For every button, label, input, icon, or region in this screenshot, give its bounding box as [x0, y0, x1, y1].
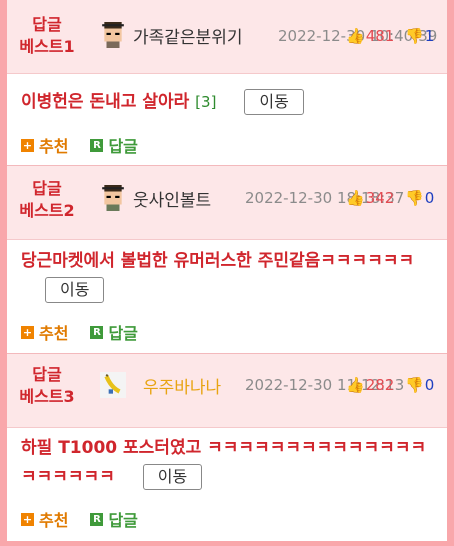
rank-line-1: 답글: [32, 365, 62, 384]
upvote-count: 282: [365, 376, 395, 394]
recommend-button[interactable]: + 추천: [21, 133, 68, 157]
plus-icon: +: [21, 512, 34, 526]
upvote-button[interactable]: 👍 342: [346, 189, 394, 207]
post-header: 답글 베스트3 우주바나나 2022-12-30 11:12:13 👍 282 👎…: [7, 354, 447, 428]
reply-text: 당근마켓에서 볼법한 유머러스한 주민같음ㅋㅋㅋㅋㅋㅋ: [21, 251, 415, 271]
recommend-label: 추천: [39, 511, 69, 530]
thumbs-up-icon: 👍: [346, 27, 365, 45]
reply-label: 답글: [108, 137, 138, 156]
best-rank-label: 답글 베스트3: [11, 364, 83, 408]
author-nickname[interactable]: 우주바나나: [143, 373, 221, 398]
reply-label: 답글: [108, 324, 138, 343]
comment-count: [3]: [195, 93, 217, 111]
plus-icon: +: [21, 138, 34, 152]
reply-text: 이병헌은 돈내고 살아라: [21, 92, 190, 112]
reply-actions: + 추천 R 답글: [21, 133, 160, 157]
upvote-count: 481: [365, 27, 395, 45]
reply-title: 하필 T1000 포스터였고 ㅋㅋㅋㅋㅋㅋㅋㅋㅋㅋㅋㅋㅋㅋㅋㅋㅋㅋㅋㅋ 이동: [21, 434, 439, 492]
thumbs-down-icon: 👎: [405, 27, 424, 45]
thumbs-down-icon: 👎: [405, 376, 424, 394]
move-button[interactable]: 이동: [244, 89, 304, 115]
downvote-count: 0: [424, 189, 435, 207]
recommend-button[interactable]: + 추천: [21, 507, 68, 531]
pixel-character-avatar-icon[interactable]: [100, 22, 126, 48]
best-reply-post: 답글 베스트2 웃사인볼트 2022-12-30 18:18:37 👍 342 👎…: [7, 165, 447, 354]
thumbs-down-icon: 👎: [405, 189, 424, 207]
reply-title: 당근마켓에서 볼법한 유머러스한 주민같음ㅋㅋㅋㅋㅋㅋ 이동: [21, 247, 431, 305]
downvote-count: 0: [424, 376, 435, 394]
upvote-button[interactable]: 👍 282: [346, 376, 394, 394]
reply-title: 이병헌은 돈내고 살아라 [3] 이동: [21, 88, 441, 117]
rank-line-1: 답글: [32, 179, 62, 198]
banana-avatar-icon[interactable]: [100, 372, 126, 398]
downvote-button[interactable]: 👎 0: [405, 376, 434, 394]
post-header: 답글 베스트2 웃사인볼트 2022-12-30 18:18:37 👍 342 👎…: [7, 166, 447, 240]
plus-icon: +: [21, 325, 34, 339]
rank-line-2: 베스트1: [19, 37, 75, 56]
reply-r-icon: R: [90, 512, 104, 526]
thumbs-up-icon: 👍: [346, 376, 365, 394]
reply-r-icon: R: [90, 325, 104, 339]
pixel-character-avatar-icon[interactable]: [100, 185, 126, 211]
thumbs-up-icon: 👍: [346, 189, 365, 207]
best-reply-post: 답글 베스트1 가족같은분위기 2022-12-30 10:40:39 👍 481…: [7, 0, 447, 165]
downvote-count: 1: [424, 27, 435, 45]
downvote-button[interactable]: 👎 0: [405, 189, 434, 207]
reply-r-icon: R: [90, 138, 104, 152]
move-button[interactable]: 이동: [45, 277, 105, 303]
reply-button[interactable]: R 답글: [90, 320, 138, 344]
best-replies-panel: 답글 베스트1 가족같은분위기 2022-12-30 10:40:39 👍 481…: [7, 0, 447, 541]
best-rank-label: 답글 베스트1: [11, 14, 83, 58]
downvote-button[interactable]: 👎 1: [405, 27, 434, 45]
recommend-label: 추천: [39, 324, 69, 343]
upvote-button[interactable]: 👍 481: [346, 27, 394, 45]
reply-button[interactable]: R 답글: [90, 507, 138, 531]
recommend-label: 추천: [39, 137, 69, 156]
reply-button[interactable]: R 답글: [90, 133, 138, 157]
rank-line-2: 베스트2: [19, 201, 75, 220]
upvote-count: 342: [365, 189, 395, 207]
rank-line-1: 답글: [32, 15, 62, 34]
reply-text: 하필 T1000 포스터였고 ㅋㅋㅋㅋㅋㅋㅋㅋㅋㅋㅋㅋㅋㅋㅋㅋㅋㅋㅋㅋ: [21, 438, 427, 487]
post-header: 답글 베스트1 가족같은분위기 2022-12-30 10:40:39 👍 481…: [7, 0, 447, 74]
author-nickname[interactable]: 웃사인볼트: [133, 186, 211, 211]
reply-actions: + 추천 R 답글: [21, 507, 160, 531]
best-reply-post: 답글 베스트3 우주바나나 2022-12-30 11:12:13 👍 282 👎…: [7, 353, 447, 541]
recommend-button[interactable]: + 추천: [21, 320, 68, 344]
reply-label: 답글: [108, 511, 138, 530]
move-button[interactable]: 이동: [142, 464, 203, 490]
best-rank-label: 답글 베스트2: [11, 178, 83, 222]
author-nickname[interactable]: 가족같은분위기: [133, 23, 242, 48]
reply-actions: + 추천 R 답글: [21, 320, 160, 344]
rank-line-2: 베스트3: [19, 387, 75, 406]
